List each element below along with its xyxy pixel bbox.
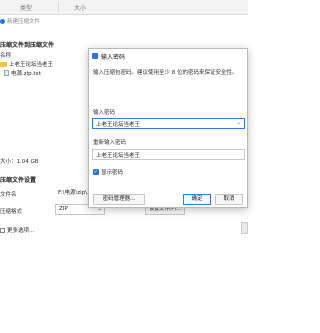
plus-icon	[0, 18, 5, 24]
confirm-password-input[interactable]: 上老王论坛当老王	[92, 149, 245, 160]
file-icon	[4, 70, 9, 76]
ok-button[interactable]: 确定	[183, 194, 211, 205]
column-header: 类型 大小	[0, 0, 248, 15]
section-settings-title: 压缩文件设置	[0, 177, 37, 184]
scrollbar-stub[interactable]	[241, 222, 248, 234]
checkmark-icon: ✓	[93, 169, 99, 175]
new-archive-label: 新建压缩文件	[7, 19, 41, 25]
show-password-checkbox[interactable]: ✓ 显示密码	[93, 168, 123, 176]
file-name-label: 文件名	[0, 192, 17, 198]
dialog-description: 输入压缩包密码。建议使用至少 8 位的密码来保证安全性。	[93, 70, 238, 76]
new-archive-item[interactable]: 新建压缩文件	[0, 17, 40, 25]
format-value: ZIP	[59, 206, 68, 212]
name-label: 名称	[0, 53, 12, 59]
total-size: 大小：1.04 GB	[0, 159, 39, 165]
password-dialog: 输入密码 输入压缩包密码。建议使用至少 8 位的密码来保证安全性。 输入密码 上…	[88, 48, 248, 208]
tree-item-label: 电源.zip.txt	[11, 71, 41, 77]
checkbox[interactable]	[0, 227, 5, 233]
section-add-title: 压缩文件到压缩文件	[0, 42, 55, 49]
column-divider	[58, 2, 59, 12]
show-password-label: 显示密码	[101, 170, 124, 176]
app-icon	[92, 53, 98, 59]
column-size[interactable]: 大小	[74, 3, 86, 12]
password-input[interactable]: 上老王论坛当老王 ⌄	[92, 118, 245, 129]
cancel-button[interactable]: 取消	[215, 194, 243, 205]
format-label: 压缩格式	[0, 209, 23, 215]
more-options-label: 更多选项...	[7, 228, 35, 234]
tree-item-label: 上老王论坛当老王	[9, 62, 54, 68]
dialog-titlebar[interactable]: 输入密码	[89, 49, 250, 63]
chevron-down-icon[interactable]: ⌄	[236, 120, 241, 126]
password-label: 输入密码	[93, 110, 116, 116]
password-manager-button[interactable]: 密码管理器...	[93, 194, 145, 205]
tree-item-file[interactable]: 电源.zip.txt	[4, 69, 41, 77]
password-value: 上老王论坛当老王	[96, 122, 141, 128]
tree-item-folder[interactable]: 上老王论坛当老王	[0, 60, 53, 68]
dialog-title: 输入密码	[101, 53, 126, 61]
folder-icon	[0, 61, 7, 67]
more-options-toggle[interactable]: 更多选项...	[0, 226, 34, 234]
column-type[interactable]: 类型	[20, 3, 32, 12]
confirm-password-label: 重新输入密码	[93, 140, 127, 146]
